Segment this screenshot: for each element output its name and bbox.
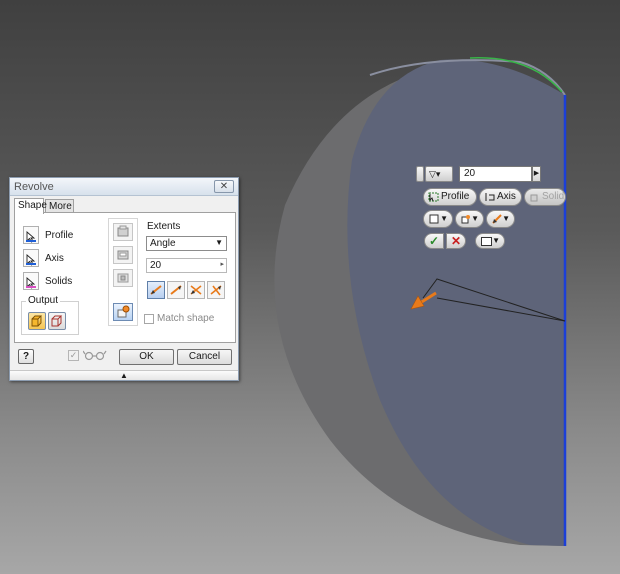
mini-profile-label: Profile [441,191,470,202]
cut-icon[interactable] [113,246,133,264]
symmetric-icon[interactable] [187,281,205,299]
preview-checkbox[interactable]: ✓ [68,350,79,361]
intersect-icon[interactable] [113,269,133,287]
mini-axis-label: Axis [497,191,516,202]
solid-output-icon [429,214,439,224]
match-shape-checkbox[interactable] [144,313,154,324]
preview-glasses-icon [82,349,107,361]
axis-icon [485,193,495,201]
asymmetric-icon[interactable] [207,281,225,299]
profile-select-icon[interactable] [23,226,39,244]
angle-input[interactable]: 20 ▸ [146,258,227,273]
mini-output-dropdown[interactable]: ▼ [423,210,453,228]
direction-1-icon[interactable] [147,281,165,299]
list-icon [481,237,492,246]
mini-toolbar-handle[interactable] [416,166,424,182]
revolve-dialog: Revolve ✕ Shape More Profile Axis Solids [9,177,239,381]
extents-type-value: Angle [150,238,176,249]
profile-icon [428,192,439,202]
close-button[interactable]: ✕ [214,180,234,193]
mini-solid-button[interactable]: Solid [524,188,566,206]
mini-menu-arrow: ▼ [492,236,500,245]
output-label: Output [26,295,61,306]
extents-group: Extents Angle ▼ 20 ▸ [144,221,229,305]
axis-select-icon[interactable] [23,249,39,267]
expand-arrow-icon[interactable]: ▸ [220,260,224,268]
mini-angle-input[interactable]: 20 [459,166,532,182]
mini-angle-arrow-icon[interactable]: ▶ [532,166,541,182]
mini-direction-arrow: ▼ [502,214,510,223]
angle-value: 20 [150,260,162,271]
mini-operation-arrow: ▼ [471,214,479,223]
mini-cancel-button[interactable]: ✕ [446,233,466,249]
profile-selector[interactable]: Profile [23,225,73,245]
operation-buttons [108,218,138,326]
join-icon[interactable] [113,223,133,241]
direction-icon [492,214,502,224]
tab-shape[interactable]: Shape [14,198,47,214]
shape-panel: Profile Axis Solids Output Extents Angle… [14,212,236,343]
solid-output-icon[interactable] [28,312,46,330]
surface-output-icon[interactable] [48,312,66,330]
extents-label: Extents [147,221,181,232]
solids-selector[interactable]: Solids [23,271,72,291]
profile-label: Profile [45,229,74,241]
mini-direction-dropdown[interactable]: ▼ [486,210,515,228]
mini-ok-button[interactable]: ✓ [424,233,444,249]
new-solid-icon [461,215,470,224]
expand-dialog-icon[interactable]: ▲ [10,370,238,380]
match-shape-option[interactable]: Match shape [144,313,214,324]
mini-operation-dropdown[interactable]: ▼ [455,210,484,228]
solids-select-icon[interactable] [23,272,39,290]
ok-button[interactable]: OK [119,349,174,365]
cancel-button[interactable]: Cancel [177,349,232,365]
mini-extents-dropdown[interactable]: ▽▾ [425,166,453,182]
solids-label: Solids [45,275,73,287]
solid-icon [530,194,538,202]
axis-selector[interactable]: Axis [23,248,64,268]
extents-type-select[interactable]: Angle ▼ [146,236,227,251]
mini-options-menu[interactable]: ▼ [475,233,505,249]
mini-solid-label: Solid [542,191,565,202]
mini-output-arrow: ▼ [440,214,448,223]
new-solid-icon[interactable] [113,303,133,321]
mini-profile-button[interactable]: Profile [423,188,477,206]
axis-label: Axis [45,252,64,264]
mini-axis-button[interactable]: Axis [479,188,522,206]
dialog-titlebar[interactable]: Revolve ✕ [10,178,238,196]
output-group: Output [21,295,79,335]
dialog-title: Revolve [14,181,54,193]
help-button[interactable]: ? [18,349,34,364]
chevron-down-icon: ▼ [215,238,223,247]
match-shape-label: Match shape [157,313,215,324]
direction-2-icon[interactable] [167,281,185,299]
